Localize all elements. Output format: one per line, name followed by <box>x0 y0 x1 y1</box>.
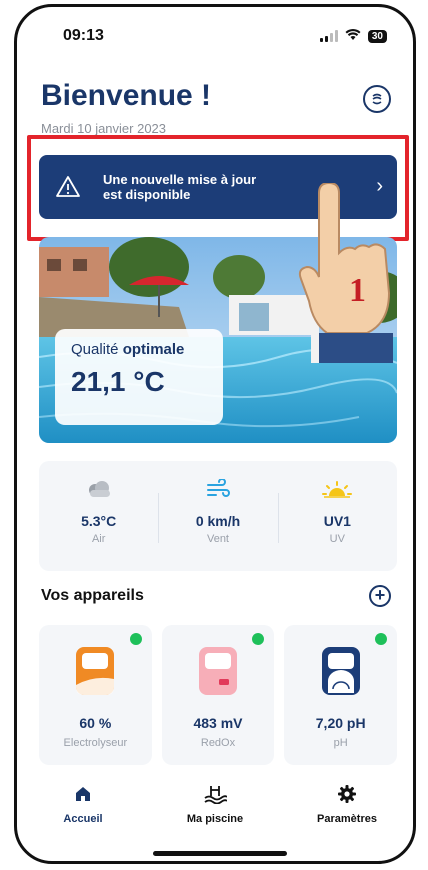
page-title: Bienvenue ! <box>41 79 212 112</box>
uv-value: UV1 <box>323 513 351 529</box>
water-temperature: 21,1 °C <box>71 366 165 397</box>
air-value: 5.3°C <box>81 513 117 529</box>
tab-label-ma-piscine: Ma piscine <box>186 813 244 825</box>
status-bar: 09:13 30 <box>17 27 413 51</box>
date-label: Mardi 10 janvier 2023 <box>41 121 167 136</box>
redox-device-icon <box>199 647 237 695</box>
device-card-redox[interactable]: 483 mV RedOx <box>161 625 275 765</box>
wifi-icon <box>345 29 361 43</box>
devices-title: Vos appareils <box>41 587 144 604</box>
air-label: Air <box>91 533 106 545</box>
tab-label-accueil: Accueil <box>63 813 103 825</box>
device-card-ph[interactable]: 7,20 pH pH <box>284 625 398 765</box>
tab-accueil[interactable]: Accueil <box>17 783 149 843</box>
temperature-card[interactable]: Qualité optimale 21,1 °C <box>55 329 223 425</box>
tab-parametres[interactable]: Paramètres <box>281 783 413 843</box>
device-card-electrolyseur[interactable]: 60 % Electrolyseur <box>39 625 152 765</box>
electrolyser-device-icon <box>76 647 115 695</box>
electrolyser-value: 60 % <box>79 715 112 731</box>
battery-icon: 30 <box>367 29 387 43</box>
pool-icon <box>203 783 227 805</box>
pointing-hand-icon: 1 <box>298 183 393 363</box>
home-icon <box>74 783 92 805</box>
water-quality-value: optimale <box>122 341 185 358</box>
redox-value: 483 mV <box>193 715 243 731</box>
status-icons: 30 <box>319 29 387 43</box>
annotation-number: 1 <box>349 272 366 309</box>
weather-panel: 5.3°C Air 0 km/h Vent UV1 UV <box>39 461 397 571</box>
add-device-icon[interactable]: + <box>369 585 391 607</box>
tab-ma-piscine[interactable]: Ma piscine <box>149 783 281 843</box>
weather-air: 5.3°C Air <box>39 461 158 571</box>
status-dot <box>129 633 142 645</box>
status-dot <box>375 633 388 645</box>
wind-icon <box>206 477 230 501</box>
cloud-icon <box>84 477 114 501</box>
water-quality-label: Qualité optimale <box>71 341 185 358</box>
electrolyser-label: Electrolyseur <box>63 737 128 749</box>
redox-label: RedOx <box>200 737 236 749</box>
devices-list: 60 % Electrolyseur 483 mV RedOx 7,20 pH … <box>39 625 398 765</box>
pool-sensor-icon[interactable] <box>363 85 391 113</box>
wind-label: Vent <box>206 533 229 545</box>
ph-value: 7,20 pH <box>315 715 366 731</box>
gear-icon <box>337 783 357 805</box>
weather-uv: UV1 UV <box>277 461 397 571</box>
phone-frame: 09:13 30 Bienvenue ! Mardi 10 janvier 20… <box>14 4 416 864</box>
tab-label-parametres: Paramètres <box>317 813 377 825</box>
ph-device-icon <box>321 647 360 695</box>
tab-bar: Accueil Ma piscine Paramètres <box>17 783 413 843</box>
status-time: 09:13 <box>63 27 104 44</box>
wind-value: 0 km/h <box>195 513 241 529</box>
ph-label: pH <box>333 737 348 749</box>
home-indicator <box>153 851 287 856</box>
uv-label: UV <box>329 533 345 545</box>
status-dot <box>252 633 265 645</box>
signal-icon <box>319 30 338 42</box>
weather-wind: 0 km/h Vent <box>158 461 277 571</box>
sun-icon <box>322 477 353 501</box>
